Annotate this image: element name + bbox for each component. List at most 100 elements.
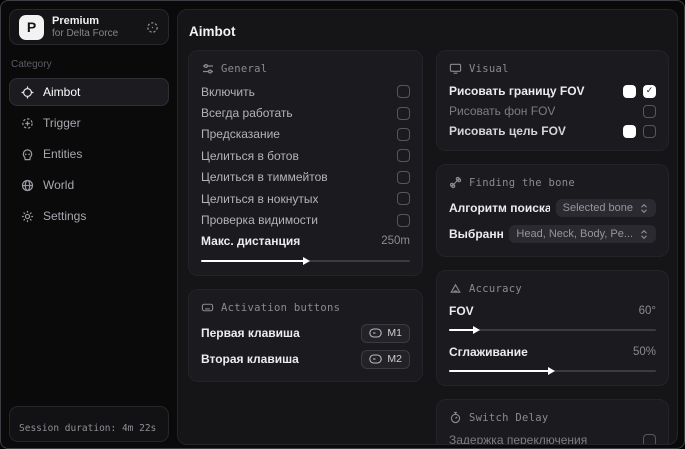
checkbox[interactable]: [643, 124, 656, 138]
keybind-button[interactable]: M1: [361, 323, 410, 343]
slider-row: FOV 60°: [449, 301, 656, 321]
sidebar-item-trigger[interactable]: Trigger: [9, 109, 169, 137]
general-card: General Включить Всегда работать Предска…: [188, 50, 423, 277]
bone-icon: [449, 176, 462, 189]
sidebar-item-label: Aimbot: [43, 85, 81, 99]
bone-card: Finding the bone Алгоритм поиска костей …: [436, 164, 669, 257]
dropdown-label: Выбранные кости: [449, 227, 504, 241]
globe-icon: [20, 178, 34, 192]
activation-card: Activation buttons Первая клавиша M1 Вто…: [188, 289, 423, 383]
sidebar-item-aimbot[interactable]: Aimbot: [9, 78, 169, 106]
toggle-row: Целиться в ботов: [201, 145, 410, 166]
mouse-icon: [369, 328, 383, 338]
sync-icon[interactable]: [146, 21, 159, 34]
brand-title: Premium: [52, 14, 100, 27]
visual-card: Visual Рисовать границу FOV Рисовать фон…: [436, 50, 669, 151]
slider-label: Сглаживание: [449, 345, 528, 359]
keybind-value: M2: [387, 353, 402, 366]
max-distance-slider[interactable]: [201, 256, 410, 266]
sidebar-item-world[interactable]: World: [9, 171, 169, 199]
slider-value: 50%: [632, 346, 656, 358]
entities-icon: [20, 147, 34, 161]
toggle-label: Предсказание: [201, 127, 280, 142]
sidebar-item-settings[interactable]: Settings: [9, 202, 169, 230]
checkbox[interactable]: [643, 104, 656, 118]
category-label: Category: [11, 59, 52, 70]
color-swatch[interactable]: [623, 124, 636, 138]
sidebar-item-label: Entities: [43, 147, 83, 161]
section-title: Switch Delay: [469, 411, 549, 424]
section-title: Activation buttons: [221, 301, 341, 314]
checkbox[interactable]: [397, 192, 410, 206]
accuracy-card: Accuracy FOV 60° Сглаживание 50%: [436, 270, 669, 386]
keybind-row: Вторая клавиша M2: [201, 346, 410, 372]
keybind-button[interactable]: M2: [361, 349, 410, 369]
toggle-label: Рисовать фон FOV: [449, 104, 556, 118]
keybind-value: M1: [387, 327, 402, 340]
toggle-label: Целиться в нокнутых: [201, 191, 319, 206]
section-title: Finding the bone: [469, 176, 575, 189]
dropdown-label: Алгоритм поиска костей: [449, 201, 550, 215]
toggle-row: Целиться в нокнутых: [201, 188, 410, 209]
toggle-label: Задержка переключения: [449, 433, 588, 445]
chevrons-up-down-icon: [639, 229, 649, 240]
toggle-row: Проверка видимости: [201, 209, 410, 230]
checkbox[interactable]: [643, 433, 656, 444]
smoothing-slider[interactable]: [449, 366, 656, 376]
session-duration: Session duration: 4m 22s: [19, 423, 157, 434]
visual-row: Рисовать цель FOV: [449, 121, 656, 141]
checkbox[interactable]: [397, 170, 410, 184]
checkbox[interactable]: [397, 127, 410, 141]
color-swatch[interactable]: [623, 84, 636, 98]
tune-icon: [201, 62, 214, 75]
toggle-label: Рисовать границу FOV: [449, 84, 585, 98]
toggle-label: Целиться в тиммейтов: [201, 170, 328, 185]
checkbox[interactable]: [397, 106, 410, 120]
bone-algorithm-select[interactable]: Selected bone: [555, 199, 656, 217]
keybind-row: Первая клавиша M1: [201, 320, 410, 346]
triangle-icon: [449, 282, 462, 295]
brand-subtitle: for Delta Force: [52, 27, 119, 39]
dropdown-row: Выбранные кости Head, Neck, Body, Pe...: [449, 221, 656, 247]
slider-label: Макс. дистанция: [201, 234, 301, 249]
visual-row: Рисовать фон FOV: [449, 101, 656, 121]
keybind-label: Первая клавиша: [201, 326, 300, 341]
slider-value: 60°: [638, 305, 656, 317]
selected-bones-select[interactable]: Head, Neck, Body, Pe...: [509, 225, 656, 243]
checkbox[interactable]: [397, 85, 410, 99]
toggle-label: Всегда работать: [201, 106, 293, 121]
sidebar: P Premium for Delta Force Category Aimbo…: [9, 9, 169, 442]
sidebar-item-label: Trigger: [43, 116, 81, 130]
main-panel: Aimbot General Включить Всегда работать …: [177, 9, 678, 445]
toggle-label: Включить: [201, 84, 255, 99]
sidebar-item-label: World: [43, 178, 75, 192]
brand-logo: P: [19, 14, 44, 40]
section-title: Accuracy: [469, 282, 522, 295]
selected-value: Selected bone: [562, 202, 633, 214]
checkbox[interactable]: [397, 213, 410, 227]
checkbox[interactable]: [643, 84, 656, 98]
toggle-row: Всегда работать: [201, 102, 410, 123]
fov-slider[interactable]: [449, 325, 656, 335]
stopwatch-icon: [449, 411, 462, 424]
switch-delay-card: Switch Delay Задержка переключения Задер…: [436, 399, 669, 445]
brand-card[interactable]: P Premium for Delta Force: [9, 9, 169, 45]
slider-row: Сглаживание 50%: [449, 342, 656, 362]
visual-row: Рисовать границу FOV: [449, 81, 656, 101]
toggle-row: Предсказание: [201, 124, 410, 145]
slider-row: Макс. дистанция 250m: [201, 231, 410, 252]
checkbox[interactable]: [397, 149, 410, 163]
page-title: Aimbot: [189, 24, 236, 39]
selected-value: Head, Neck, Body, Pe...: [516, 228, 633, 240]
toggle-label: Целиться в ботов: [201, 148, 299, 163]
session-card: Session duration: 4m 22s: [9, 406, 169, 442]
toggle-label: Рисовать цель FOV: [449, 124, 566, 138]
sidebar-item-entities[interactable]: Entities: [9, 140, 169, 168]
toggle-row: Целиться в тиммейтов: [201, 167, 410, 188]
toggle-row: Включить: [201, 81, 410, 102]
gear-icon: [20, 209, 34, 223]
app-window: P Premium for Delta Force Category Aimbo…: [0, 0, 685, 449]
slider-value: 250m: [381, 235, 410, 248]
dropdown-row: Алгоритм поиска костей Selected bone: [449, 195, 656, 221]
trigger-icon: [20, 116, 34, 130]
